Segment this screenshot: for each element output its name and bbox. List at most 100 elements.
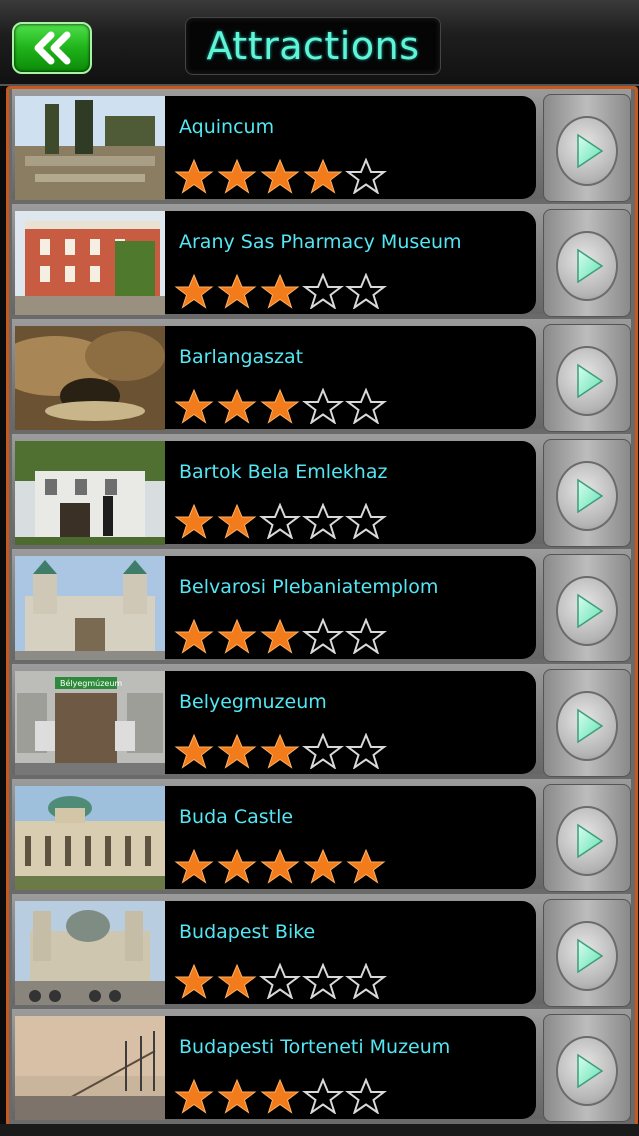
star-empty-icon xyxy=(345,388,387,424)
list-item[interactable]: Bélyegmúzeum Belyegmuzeum xyxy=(12,664,631,777)
star-empty-icon xyxy=(259,503,301,539)
attraction-name: Barlangaszat xyxy=(179,346,304,368)
attraction-info: Budapesti Torteneti Muzeum xyxy=(165,1016,536,1119)
attraction-photo xyxy=(15,326,165,430)
star-rating xyxy=(173,158,388,194)
back-button[interactable] xyxy=(12,22,92,74)
play-arrow-icon xyxy=(556,1036,618,1106)
play-arrow-icon xyxy=(556,346,618,416)
list-item[interactable]: Arany Sas Pharmacy Museum xyxy=(12,204,631,317)
star-empty-icon xyxy=(345,158,387,194)
list-item[interactable]: Budapesti Torteneti Muzeum xyxy=(12,1009,631,1122)
attraction-name: Budapest Bike xyxy=(179,921,316,943)
attraction-name: Arany Sas Pharmacy Museum xyxy=(179,231,462,253)
star-filled-icon xyxy=(217,273,257,309)
list-item[interactable]: Buda Castle xyxy=(12,779,631,892)
star-filled-icon xyxy=(174,158,214,194)
star-filled-icon xyxy=(260,848,300,884)
star-empty-icon xyxy=(345,503,387,539)
attraction-photo: Bélyegmúzeum xyxy=(15,671,165,775)
sign-text: Bélyegmúzeum xyxy=(60,678,122,688)
star-filled-icon xyxy=(303,848,343,884)
star-empty-icon xyxy=(345,618,387,654)
attraction-name: Budapesti Torteneti Muzeum xyxy=(179,1036,451,1058)
star-filled-icon xyxy=(217,1078,257,1114)
star-filled-icon xyxy=(174,733,214,769)
star-filled-icon xyxy=(217,158,257,194)
attraction-info: Bartok Bela Emlekhaz xyxy=(165,441,536,544)
star-filled-icon xyxy=(174,503,214,539)
star-filled-icon xyxy=(174,618,214,654)
star-filled-icon xyxy=(303,158,343,194)
star-filled-icon xyxy=(174,848,214,884)
star-filled-icon xyxy=(260,618,300,654)
star-empty-icon xyxy=(302,503,344,539)
list-item[interactable]: Aquincum xyxy=(12,89,631,202)
star-filled-icon xyxy=(174,388,214,424)
play-arrow-icon xyxy=(556,806,618,876)
star-rating xyxy=(173,1078,388,1114)
attraction-info: Budapest Bike xyxy=(165,901,536,1004)
list-item[interactable]: Bartok Bela Emlekhaz xyxy=(12,434,631,547)
open-attraction-button[interactable] xyxy=(543,94,631,202)
star-empty-icon xyxy=(345,1078,387,1114)
header-bar: Attractions xyxy=(0,0,639,86)
attraction-photo xyxy=(15,96,165,200)
list-item[interactable]: Budapest Bike xyxy=(12,894,631,1007)
star-empty-icon xyxy=(302,273,344,309)
star-empty-icon xyxy=(302,388,344,424)
star-empty-icon xyxy=(302,963,344,999)
star-filled-icon xyxy=(217,618,257,654)
star-empty-icon xyxy=(302,733,344,769)
attraction-photo xyxy=(15,441,165,545)
open-attraction-button[interactable] xyxy=(543,439,631,547)
double-chevron-left-icon xyxy=(34,31,71,65)
star-empty-icon xyxy=(345,733,387,769)
attraction-photo xyxy=(15,211,165,315)
star-filled-icon xyxy=(217,733,257,769)
attraction-photo xyxy=(15,786,165,890)
open-attraction-button[interactable] xyxy=(543,554,631,662)
attraction-photo xyxy=(15,901,165,1005)
title-box: Attractions xyxy=(185,17,441,75)
open-attraction-button[interactable] xyxy=(543,669,631,777)
star-rating xyxy=(173,503,388,539)
star-rating xyxy=(173,733,388,769)
play-arrow-icon xyxy=(556,461,618,531)
attraction-info: Belyegmuzeum xyxy=(165,671,536,774)
star-filled-icon xyxy=(174,963,214,999)
star-empty-icon xyxy=(259,963,301,999)
attraction-info: Belvarosi Plebaniatemplom xyxy=(165,556,536,659)
star-rating xyxy=(173,388,388,424)
attraction-photo xyxy=(15,556,165,660)
star-rating xyxy=(173,618,388,654)
play-arrow-icon xyxy=(556,576,618,646)
attraction-info: Buda Castle xyxy=(165,786,536,889)
list-item[interactable]: Belvarosi Plebaniatemplom xyxy=(12,549,631,662)
list-item[interactable]: Barlangaszat xyxy=(12,319,631,432)
play-arrow-icon xyxy=(556,116,618,186)
star-empty-icon xyxy=(345,273,387,309)
attraction-name: Belyegmuzeum xyxy=(179,691,327,713)
star-filled-icon xyxy=(217,963,257,999)
attraction-photo xyxy=(15,1016,165,1120)
open-attraction-button[interactable] xyxy=(543,784,631,892)
star-filled-icon xyxy=(260,1078,300,1114)
page-title: Attractions xyxy=(206,24,420,68)
play-arrow-icon xyxy=(556,231,618,301)
star-rating xyxy=(173,963,388,999)
open-attraction-button[interactable] xyxy=(543,324,631,432)
star-empty-icon xyxy=(345,963,387,999)
star-rating xyxy=(173,273,388,309)
open-attraction-button[interactable] xyxy=(543,899,631,1007)
star-empty-icon xyxy=(302,618,344,654)
attraction-info: Aquincum xyxy=(165,96,536,199)
star-empty-icon xyxy=(302,1078,344,1114)
star-filled-icon xyxy=(260,158,300,194)
play-arrow-icon xyxy=(556,921,618,991)
star-filled-icon xyxy=(260,388,300,424)
star-rating xyxy=(173,848,388,884)
attractions-list[interactable]: Aquincum Arany Sas Pharmacy Museum Barlang… xyxy=(6,86,638,1128)
open-attraction-button[interactable] xyxy=(543,209,631,317)
open-attraction-button[interactable] xyxy=(543,1014,631,1122)
